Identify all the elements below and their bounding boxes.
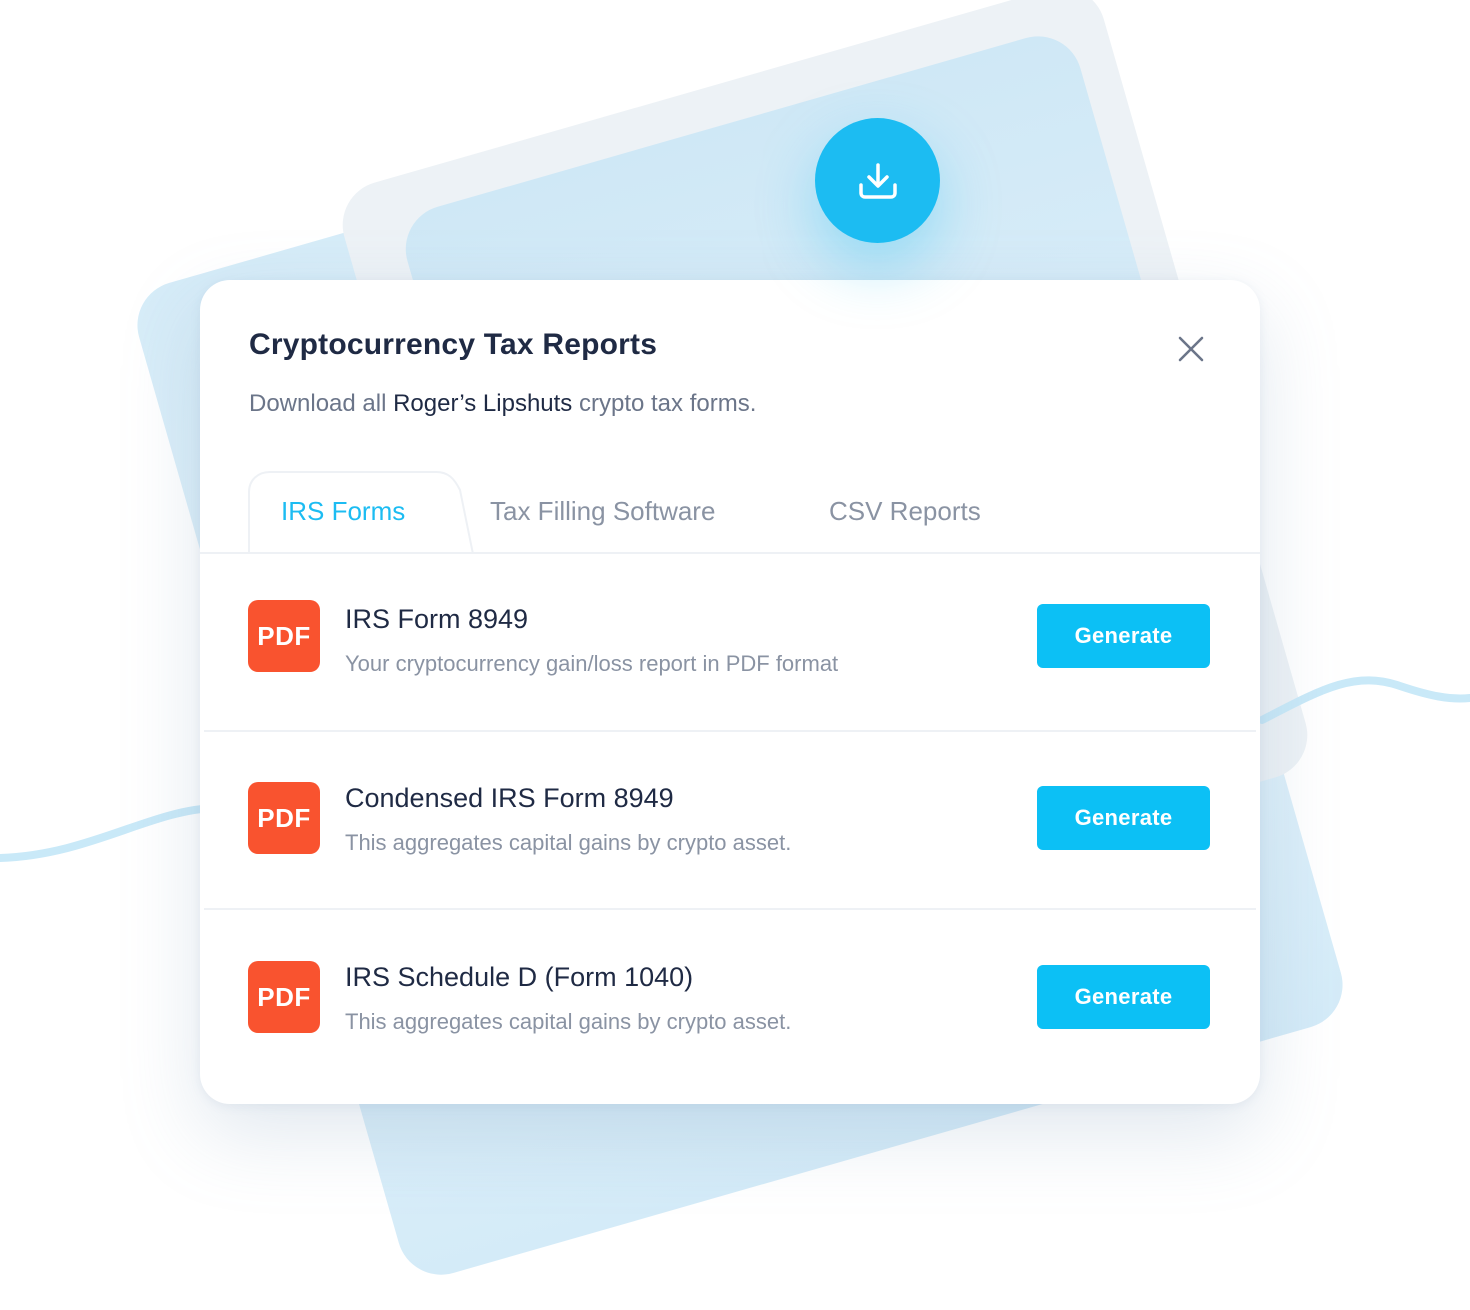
- subtitle-suffix: crypto tax forms.: [572, 390, 757, 417]
- download-icon: [858, 162, 897, 199]
- tab-irs-forms[interactable]: IRS Forms: [281, 470, 405, 552]
- pdf-file-icon: PDF: [248, 600, 320, 672]
- report-tabs: IRS Forms Tax Filling Software CSV Repor…: [200, 470, 1260, 554]
- close-button[interactable]: [1172, 330, 1210, 368]
- close-icon: [1178, 336, 1204, 362]
- report-row: PDF IRS Schedule D (Form 1040) This aggr…: [204, 910, 1256, 1088]
- report-title: Condensed IRS Form 8949: [345, 783, 674, 813]
- report-title: IRS Schedule D (Form 1040): [345, 962, 694, 992]
- tab-tax-filling-software[interactable]: Tax Filling Software: [490, 470, 715, 552]
- pdf-file-icon: PDF: [248, 961, 320, 1033]
- report-row: PDF Condensed IRS Form 8949 This aggrega…: [204, 732, 1256, 910]
- report-description: Your cryptocurrency gain/loss report in …: [345, 651, 839, 676]
- generate-irs-form-8949-button[interactable]: Generate: [1037, 604, 1210, 668]
- subtitle-prefix: Download all: [249, 390, 394, 417]
- generate-condensed-irs-form-8949-button[interactable]: Generate: [1037, 786, 1210, 850]
- tab-csv-reports[interactable]: CSV Reports: [829, 470, 981, 552]
- report-description: This aggregates capital gains by crypto …: [345, 1009, 792, 1034]
- illustration-stage: Cryptocurrency Tax Reports Download all …: [0, 0, 1470, 1310]
- download-badge: [815, 118, 940, 243]
- tax-reports-modal: Cryptocurrency Tax Reports Download all …: [200, 280, 1260, 1104]
- report-title: IRS Form 8949: [345, 604, 529, 634]
- generate-irs-schedule-d-button[interactable]: Generate: [1037, 965, 1210, 1029]
- report-description: This aggregates capital gains by crypto …: [345, 830, 792, 855]
- modal-subtitle: Download all Roger’s Lipshuts crypto tax…: [249, 390, 756, 418]
- client-name: Roger’s Lipshuts: [393, 390, 573, 417]
- modal-title: Cryptocurrency Tax Reports: [249, 328, 658, 361]
- report-row: PDF IRS Form 8949 Your cryptocurrency ga…: [204, 552, 1256, 730]
- pdf-file-icon: PDF: [248, 782, 320, 854]
